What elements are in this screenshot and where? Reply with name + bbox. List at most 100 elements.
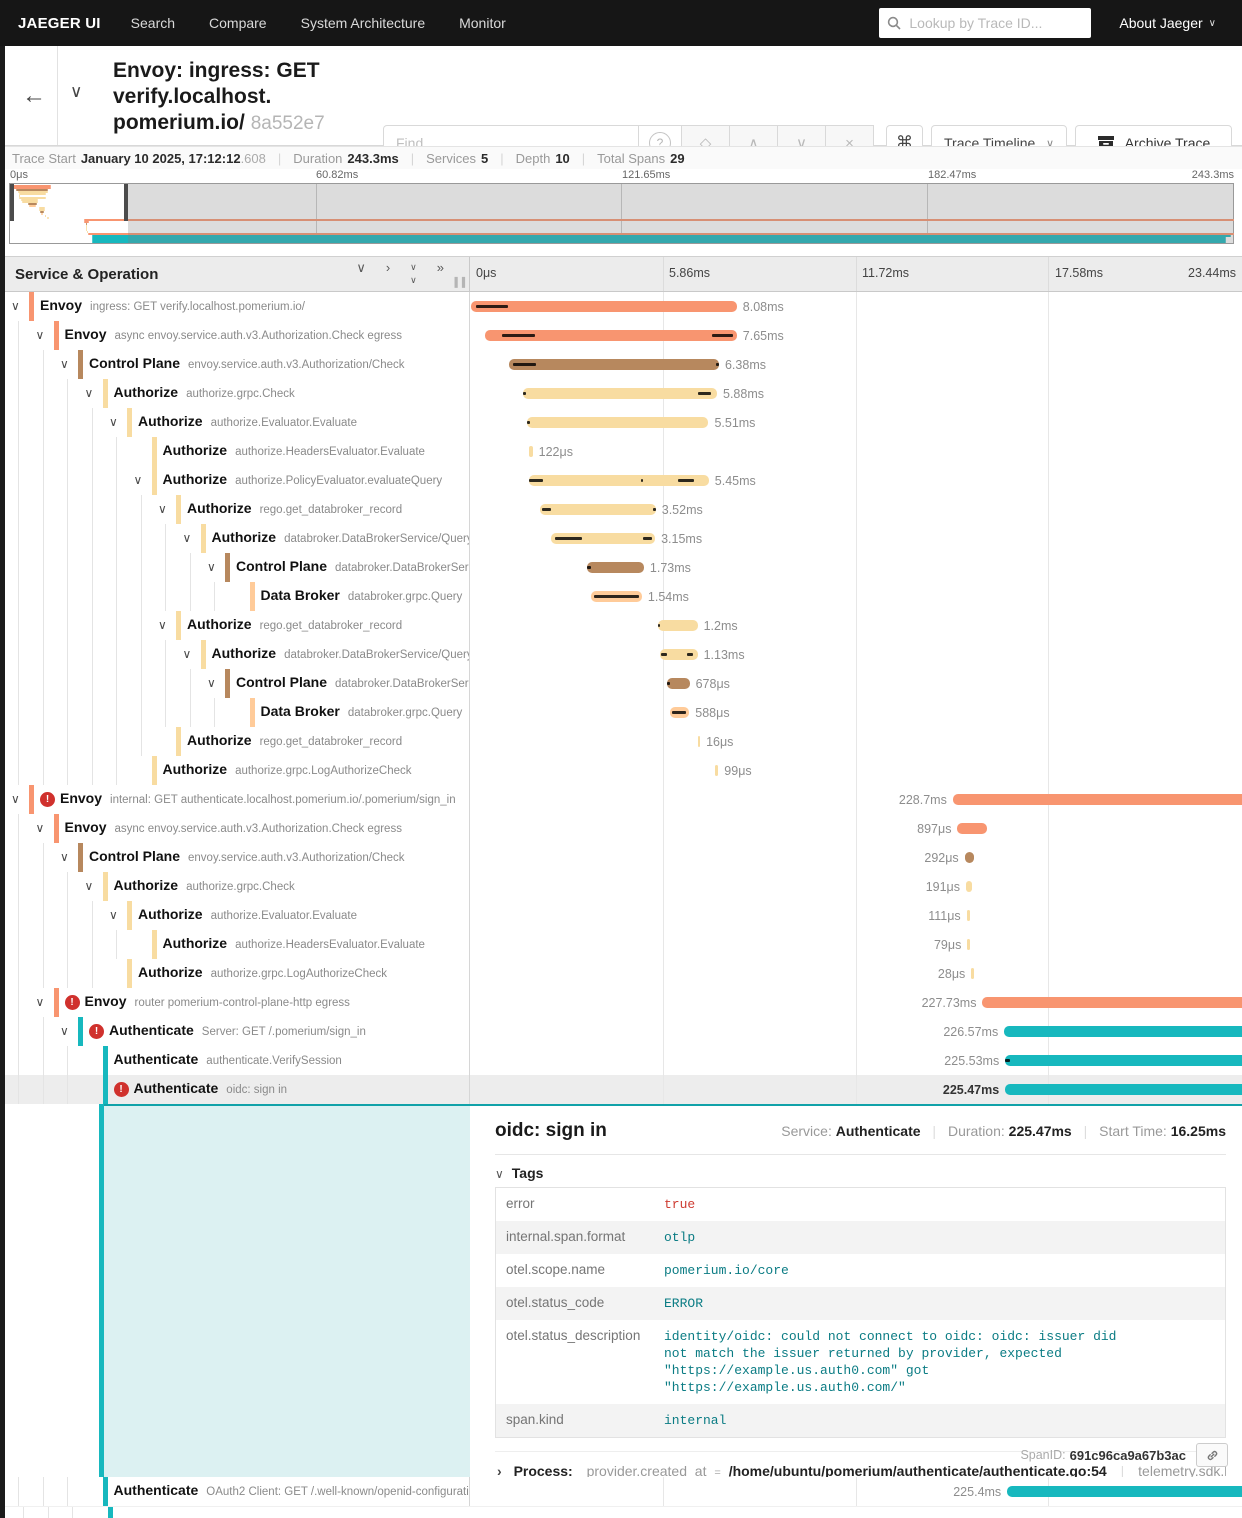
span-row[interactable]: ∨Envoyasync envoy.service.auth.v3.Author…: [5, 321, 1242, 350]
span-timeline-cell[interactable]: 5.88ms: [470, 379, 1242, 408]
span-timeline-cell[interactable]: 99μs: [470, 756, 1242, 785]
span-timeline-cell[interactable]: 225.4ms: [470, 1477, 1242, 1506]
span-row[interactable]: ∨Authorizeauthorize.grpc.Check5.88ms: [5, 379, 1242, 408]
span-timeline-cell[interactable]: 3.15ms: [470, 524, 1242, 553]
span-name-cell[interactable]: ∨Authorizeauthorize.grpc.Check: [5, 872, 470, 901]
span-name-cell[interactable]: ∨Authorizedatabroker.DataBrokerService/Q…: [5, 524, 470, 553]
span-row[interactable]: Authorizerego.get_databroker_record16μs: [5, 727, 1242, 756]
chevron-down-icon[interactable]: ∨: [36, 328, 45, 342]
back-button[interactable]: ←: [14, 76, 54, 116]
viewport-left-handle[interactable]: [10, 184, 14, 221]
chevron-down-icon[interactable]: ∨: [134, 473, 143, 487]
tag-row[interactable]: span.kindinternal: [496, 1404, 1225, 1437]
chevron-down-icon[interactable]: ∨: [85, 879, 94, 893]
span-row[interactable]: ∨!Envoyrouter pomerium-control-plane-htt…: [5, 988, 1242, 1017]
span-name-cell[interactable]: ∨Authorizeauthorize.Evaluator.Evaluate: [5, 408, 470, 437]
span-name-cell[interactable]: ∨!Envoyrouter pomerium-control-plane-htt…: [5, 988, 470, 1017]
span-bar[interactable]: [540, 504, 656, 515]
chevron-down-icon[interactable]: ∨: [183, 531, 192, 545]
span-bar[interactable]: [966, 881, 972, 892]
span-timeline-cell[interactable]: 5.45ms: [470, 466, 1242, 495]
span-timeline-cell[interactable]: 292μs: [470, 843, 1242, 872]
tag-row[interactable]: otel.scope.namepomerium.io/core: [496, 1254, 1225, 1287]
span-timeline-cell[interactable]: 1.73ms: [470, 553, 1242, 582]
span-name-cell[interactable]: AuthenticateOAuth2 Client: GET /.well-kn…: [5, 1477, 470, 1506]
trace-id-input[interactable]: [907, 14, 1083, 32]
span-name-cell[interactable]: Data Brokerdatabroker.grpc.Query: [5, 582, 470, 611]
span-timeline-cell[interactable]: 16μs: [470, 727, 1242, 756]
span-row[interactable]: ∨Authorizeauthorize.grpc.Check191μs: [5, 872, 1242, 901]
chevron-down-icon[interactable]: ∨: [11, 792, 20, 806]
span-name-cell[interactable]: ∨Authorizedatabroker.DataBrokerService/Q…: [5, 640, 470, 669]
expand-all-icon[interactable]: »: [437, 261, 444, 287]
span-row[interactable]: ∨Control Planedatabroker.DataBrokerSer…6…: [5, 669, 1242, 698]
span-bar[interactable]: [965, 852, 975, 863]
span-row[interactable]: Authorizeauthorize.grpc.LogAuthorizeChec…: [5, 756, 1242, 785]
span-name-cell[interactable]: ∨Envoyasync envoy.service.auth.v3.Author…: [5, 814, 470, 843]
span-name-cell[interactable]: Authorizeauthorize.HeadersEvaluator.Eval…: [5, 437, 470, 466]
about-jaeger-menu[interactable]: About Jaeger ∨: [1119, 15, 1216, 31]
chevron-down-icon[interactable]: ∨: [158, 618, 167, 632]
span-bar[interactable]: [587, 562, 644, 573]
copy-link-button[interactable]: [1196, 1443, 1228, 1467]
span-timeline-cell[interactable]: 6.38ms: [470, 350, 1242, 379]
span-bar[interactable]: [551, 533, 655, 544]
span-bar[interactable]: [509, 359, 719, 370]
span-timeline-cell[interactable]: 3.52ms: [470, 495, 1242, 524]
span-bar[interactable]: [967, 910, 971, 921]
chevron-down-icon[interactable]: ∨: [60, 1024, 69, 1038]
span-row[interactable]: ∨!AuthenticateServer: GET /.pomerium/sig…: [5, 1017, 1242, 1046]
span-row[interactable]: Authorizeauthorize.HeadersEvaluator.Eval…: [5, 437, 1242, 466]
chevron-down-icon[interactable]: ∨: [60, 850, 69, 864]
chevron-down-icon[interactable]: ∨: [109, 908, 118, 922]
span-bar[interactable]: [967, 939, 970, 950]
span-row[interactable]: ∨Envoyingress: GET verify.localhost.pome…: [5, 292, 1242, 321]
span-row[interactable]: Data Brokerdatabroker.grpc.Query1.54ms: [5, 582, 1242, 611]
span-name-cell[interactable]: ∨Control Planedatabroker.DataBrokerSer…: [5, 553, 470, 582]
span-name-cell[interactable]: ∨Control Planedatabroker.DataBrokerSer…: [5, 669, 470, 698]
span-bar[interactable]: [1007, 1486, 1242, 1497]
span-name-cell[interactable]: !Authenticateoidc: sign in: [5, 1075, 470, 1104]
span-row[interactable]: ∨Authorizeauthorize.Evaluator.Evaluate5.…: [5, 408, 1242, 437]
collapse-all-icon[interactable]: ∨∨: [410, 261, 417, 287]
span-row[interactable]: ∨Control Planeenvoy.service.auth.v3.Auth…: [5, 843, 1242, 872]
span-name-cell[interactable]: Authorizeauthorize.grpc.LogAuthorizeChec…: [5, 959, 470, 988]
span-timeline-cell[interactable]: 191μs: [470, 872, 1242, 901]
span-timeline-cell[interactable]: 588μs: [470, 698, 1242, 727]
span-bar[interactable]: [1005, 1084, 1242, 1095]
span-bar[interactable]: [527, 417, 708, 428]
collapse-one-icon[interactable]: ∨: [356, 261, 366, 287]
span-bar[interactable]: [471, 301, 737, 312]
span-bar[interactable]: [715, 765, 718, 776]
tag-row[interactable]: otel.status_codeERROR: [496, 1287, 1225, 1320]
span-bar[interactable]: [523, 388, 717, 399]
trace-minimap[interactable]: [9, 183, 1234, 244]
span-timeline-cell[interactable]: 79μs: [470, 930, 1242, 959]
span-name-cell[interactable]: ∨!AuthenticateServer: GET /.pomerium/sig…: [5, 1017, 470, 1046]
span-row[interactable]: ∨Authorizeauthorize.PolicyEvaluator.eval…: [5, 466, 1242, 495]
chevron-down-icon[interactable]: ∨: [36, 995, 45, 1009]
expand-one-icon[interactable]: ›: [386, 261, 390, 287]
collapse-trace-chevron-icon[interactable]: ∨: [70, 82, 82, 102]
span-bar[interactable]: [971, 968, 974, 979]
span-bar[interactable]: [698, 736, 701, 747]
jaeger-logo[interactable]: JAEGER UI: [18, 15, 101, 32]
span-timeline-cell[interactable]: 111μs: [470, 901, 1242, 930]
span-timeline-cell[interactable]: 228.7ms: [470, 785, 1242, 814]
nav-item-system-architecture[interactable]: System Architecture: [301, 15, 426, 31]
span-timeline-cell[interactable]: 225.53ms: [470, 1046, 1242, 1075]
span-row[interactable]: Authorizeauthorize.HeadersEvaluator.Eval…: [5, 930, 1242, 959]
span-timeline-cell[interactable]: 226.57ms: [470, 1017, 1242, 1046]
chevron-down-icon[interactable]: ∨: [60, 357, 69, 371]
span-name-cell[interactable]: ∨Authorizeauthorize.Evaluator.Evaluate: [5, 901, 470, 930]
span-bar[interactable]: [1005, 1055, 1242, 1066]
span-bar[interactable]: [953, 794, 1242, 805]
span-row[interactable]: !Authenticateoidc: sign in225.47ms: [5, 1075, 1242, 1104]
span-row[interactable]: ∨Authorizerego.get_databroker_record3.52…: [5, 495, 1242, 524]
span-row[interactable]: ∨Envoyasync envoy.service.auth.v3.Author…: [5, 814, 1242, 843]
span-row[interactable]: ∨Authorizeauthorize.Evaluator.Evaluate11…: [5, 901, 1242, 930]
nav-item-search[interactable]: Search: [131, 15, 175, 31]
span-timeline-cell[interactable]: 7.65ms: [470, 321, 1242, 350]
span-timeline-cell[interactable]: 897μs: [470, 814, 1242, 843]
span-name-cell[interactable]: Authorizeauthorize.grpc.LogAuthorizeChec…: [5, 756, 470, 785]
